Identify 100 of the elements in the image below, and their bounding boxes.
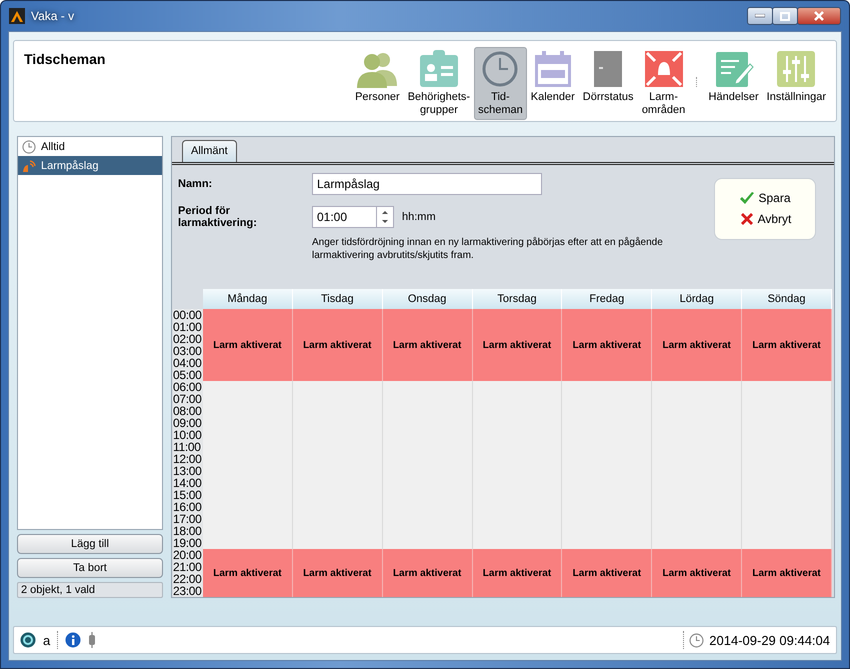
time-slot[interactable]	[203, 537, 293, 549]
alarm-label: Larm aktiverat	[752, 340, 821, 350]
page-title: Tidscheman	[24, 51, 106, 67]
user-status-icon[interactable]	[20, 632, 36, 648]
cancel-button[interactable]: Avbryt	[738, 211, 792, 227]
hour-label: 22:00	[173, 573, 203, 585]
hour-label: 18:00	[173, 525, 203, 537]
id-card-icon	[418, 50, 459, 88]
time-slot[interactable]	[652, 537, 742, 549]
app-logo-icon	[9, 8, 25, 24]
hour-label: 16:00	[173, 501, 203, 513]
unit-label: hh:mm	[402, 211, 436, 223]
info-icon[interactable]	[65, 632, 82, 648]
alarm-label: Larm aktiverat	[392, 340, 462, 350]
window-title: Vaka - v	[31, 9, 74, 23]
list-button[interactable]: Lägg till	[17, 534, 163, 554]
list-item[interactable]: Larmpåslag	[18, 156, 162, 175]
minimize-button[interactable]	[747, 7, 773, 25]
day-header: Måndag	[203, 289, 293, 309]
day-header: Lördag	[652, 289, 742, 309]
hour-label: 23:00	[173, 585, 203, 597]
time-slot[interactable]	[382, 381, 473, 393]
hour-label: 10:00	[173, 429, 203, 441]
hour-label: 00:00	[173, 309, 203, 321]
hour-label: 07:00	[173, 393, 203, 405]
hour-label: 05:00	[173, 369, 203, 381]
maximize-button[interactable]	[772, 7, 798, 25]
list-button[interactable]: Ta bort	[17, 558, 163, 578]
time-slot[interactable]	[472, 537, 562, 549]
time-slot[interactable]	[292, 381, 383, 393]
time-slot[interactable]	[562, 381, 652, 393]
hour-label: 12:00	[173, 453, 203, 465]
hour-label: 19:00	[173, 537, 203, 549]
toolbar-button[interactable]: Inställningar	[762, 47, 830, 107]
alarm-label: Larm aktiverat	[392, 568, 462, 578]
hour-label: 01:00	[173, 321, 203, 333]
alarm-label: Larm aktiverat	[303, 568, 372, 578]
time-slot[interactable]	[652, 381, 742, 393]
cross-icon	[738, 211, 755, 227]
hour-label: 17:00	[173, 513, 203, 525]
hour-label: 02:00	[173, 333, 203, 345]
alarm-label: Larm aktiverat	[572, 568, 642, 578]
toolbar-button[interactable]: Dörrstatus	[578, 47, 638, 120]
alarm-label: Larm aktiverat	[482, 340, 552, 350]
day-header: Onsdag	[382, 289, 473, 309]
time-slot[interactable]	[472, 381, 562, 393]
hour-label: 15:00	[173, 489, 203, 501]
time-slot[interactable]	[292, 537, 383, 549]
field-label: Period för larmaktivering:	[178, 205, 258, 229]
clock-time: 2014-09-29 09:44:04	[709, 632, 830, 648]
time-slot[interactable]	[742, 537, 832, 549]
clock-icon	[689, 632, 704, 648]
alarm-area-icon	[644, 50, 684, 88]
hour-label: 13:00	[173, 465, 203, 477]
alarm-label: Larm aktiverat	[572, 340, 642, 350]
toolbar-button[interactable]: Behörighets- grupper	[404, 47, 474, 120]
close-icon	[814, 11, 824, 21]
time-spinner[interactable]: 01:00	[312, 206, 394, 228]
hour-label: 20:00	[173, 549, 203, 561]
day-header: Torsdag	[472, 289, 562, 309]
user-name: a	[43, 632, 50, 648]
clock-icon	[480, 50, 520, 88]
day-header: Fredag	[562, 289, 652, 309]
hour-label: 11:00	[173, 441, 203, 453]
save-button[interactable]: Spara	[739, 191, 791, 205]
day-header: Tisdag	[292, 289, 383, 309]
pencil-note-icon	[714, 50, 754, 88]
time-slot[interactable]	[562, 537, 652, 549]
alarm-label: Larm aktiverat	[752, 568, 821, 578]
time-slot[interactable]	[742, 381, 832, 393]
alarm-label: Larm aktiverat	[303, 340, 372, 350]
close-button[interactable]	[797, 7, 841, 25]
people-icon	[357, 50, 398, 88]
toolbar-button[interactable]: Larm- områden	[638, 47, 690, 120]
hour-label: 04:00	[173, 357, 203, 369]
sliders-icon	[776, 50, 816, 88]
hour-label: 08:00	[173, 405, 203, 417]
hour-label: 09:00	[173, 417, 203, 429]
time-slot[interactable]	[382, 537, 473, 549]
toolbar-button[interactable]: Personer	[351, 47, 404, 120]
tab[interactable]: Allmänt	[182, 140, 237, 162]
clock-icon	[22, 140, 36, 154]
field-label: Namn:	[178, 178, 214, 190]
toolbar-button[interactable]: Händelser	[704, 47, 763, 107]
alarm-signal-icon	[22, 158, 36, 172]
toolbar-button[interactable]: Tid- scheman	[474, 47, 527, 120]
minimize-icon	[755, 14, 765, 18]
maximize-icon	[780, 12, 790, 20]
hint-text: Anger tidsfördröjning innan en ny larmaktivering påbörjas efter att en pågående larmaktivering avbrutits/skjutits fram.	[312, 236, 664, 262]
hour-label: 06:00	[173, 381, 203, 393]
checkmark-icon	[739, 191, 756, 205]
alarm-label: Larm aktiverat	[213, 568, 282, 578]
connector-icon	[88, 632, 96, 648]
hour-label: 21:00	[173, 561, 203, 573]
name-field[interactable]: Larmpåslag	[312, 173, 542, 195]
day-header: Söndag	[742, 289, 832, 309]
time-slot[interactable]	[203, 381, 293, 393]
toolbar-button[interactable]: Kalender	[526, 47, 579, 120]
list-item[interactable]: Alltid	[18, 137, 162, 156]
alarm-label: Larm aktiverat	[662, 568, 731, 578]
